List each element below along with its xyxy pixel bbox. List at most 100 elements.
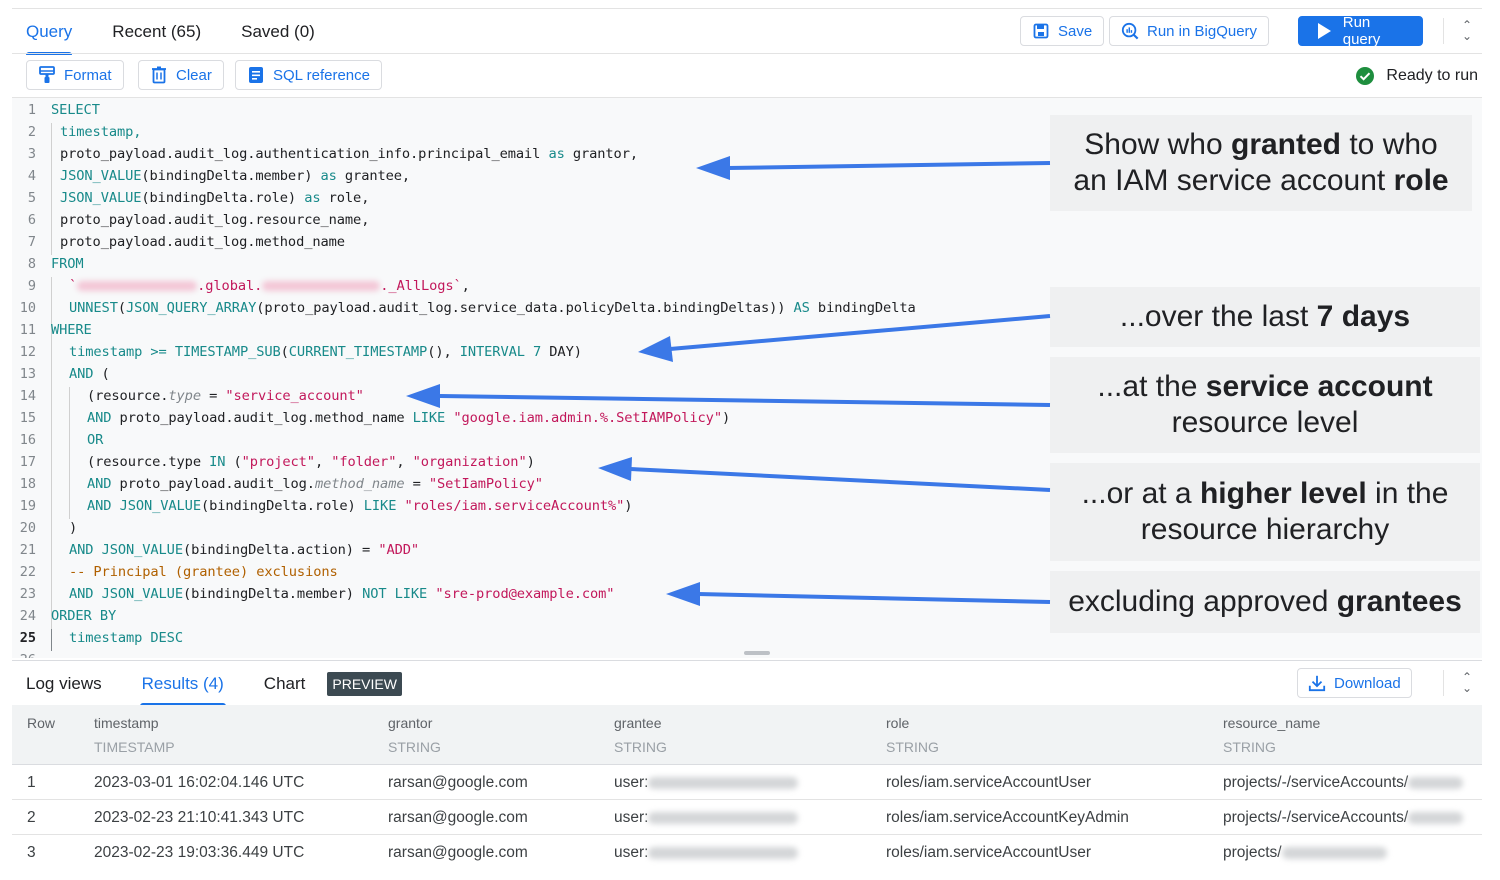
status-text: Ready to run — [1386, 67, 1478, 84]
code-line-22: -- Principal (grantee) exclusions — [69, 564, 338, 580]
code-line-20: ) — [69, 520, 78, 536]
cell-grantor: rarsan@google.com — [388, 809, 528, 826]
preview-badge: PREVIEW — [327, 672, 402, 696]
expand-collapse-icon[interactable]: ⌃ ⌄ — [1457, 16, 1477, 46]
line-number: 13 — [19, 366, 36, 382]
logs-analytics-query-page: Query Recent (65) Saved (0) Save Run in … — [0, 0, 1500, 880]
code-line-17: (resource.type IN ("project", "folder", … — [87, 454, 535, 470]
redacted-bucket — [262, 281, 381, 291]
tab-chart[interactable]: Chart — [250, 664, 320, 704]
column-header-resource-name[interactable]: resource_name STRING — [1223, 715, 1320, 755]
toolbar-separator — [1443, 18, 1444, 44]
cell-row: 3 — [27, 844, 36, 861]
cell-grantor: rarsan@google.com — [388, 774, 528, 791]
clear-button[interactable]: Clear — [138, 60, 224, 90]
document-icon — [247, 66, 265, 84]
line-number: 7 — [27, 234, 36, 250]
line-number: 26 — [12, 652, 36, 658]
line-number: 5 — [27, 190, 36, 206]
run-in-bigquery-button[interactable]: Run in BigQuery — [1109, 16, 1270, 46]
column-header-row[interactable]: Row — [27, 715, 55, 731]
line-number: 17 — [19, 454, 36, 470]
line-number: 18 — [19, 476, 36, 492]
line-number: 14 — [19, 388, 36, 404]
results-tabs: Log views Results (4) Chart PREVIEW — [12, 664, 402, 706]
query-tabs: Query Recent (65) Saved (0) — [12, 10, 341, 55]
code-line-21: AND JSON_VALUE(bindingDelta.action) = "A… — [69, 542, 420, 558]
code-line-23: AND JSON_VALUE(bindingDelta.member) NOT … — [69, 586, 615, 602]
cell-grantee: user: — [614, 809, 799, 827]
expand-results-icon[interactable]: ⌃ ⌄ — [1457, 668, 1477, 698]
code-line-8: FROM — [51, 256, 84, 272]
line-number: 22 — [19, 564, 36, 580]
paint-roller-icon — [38, 66, 56, 84]
line-number: 21 — [19, 542, 36, 558]
code-line-5: JSON_VALUE(bindingDelta.role) as role, — [60, 190, 370, 206]
results-separator — [1443, 670, 1444, 696]
line-number: 9 — [27, 278, 36, 294]
tab-log-views[interactable]: Log views — [12, 664, 116, 704]
run-in-bigquery-label: Run in BigQuery — [1147, 22, 1258, 40]
tab-results[interactable]: Results (4) — [128, 664, 238, 706]
cell-role: roles/iam.serviceAccountKeyAdmin — [886, 809, 1129, 826]
code-line-10: UNNEST(JSON_QUERY_ARRAY(proto_payload.au… — [69, 300, 916, 316]
annotation-service-account-level: ...at the service account resource level — [1050, 357, 1480, 453]
code-line-16: OR — [87, 432, 104, 448]
line-number: 15 — [19, 410, 36, 426]
annotation-excluding-grantees: excluding approved grantees — [1050, 571, 1480, 633]
code-line-19: AND JSON_VALUE(bindingDelta.role) LIKE "… — [87, 498, 633, 514]
column-header-timestamp[interactable]: timestamp TIMESTAMP — [94, 715, 175, 755]
tab-recent[interactable]: Recent (65) — [98, 10, 215, 54]
column-header-grantee[interactable]: grantee STRING — [614, 715, 667, 755]
query-status: Ready to run — [1356, 64, 1478, 88]
sql-reference-label: SQL reference — [273, 66, 370, 84]
line-number: 16 — [19, 432, 36, 448]
code-line-6: proto_payload.audit_log.resource_name, — [60, 212, 370, 228]
line-number: 25 — [19, 630, 36, 646]
cell-timestamp: 2023-03-01 16:02:04.146 UTC — [94, 774, 305, 791]
tab-query[interactable]: Query — [12, 10, 86, 55]
cell-timestamp: 2023-02-23 21:10:41.343 UTC — [94, 809, 305, 826]
redacted-project — [77, 281, 198, 291]
annotation-higher-level: ...or at a higher level in the resource … — [1050, 463, 1480, 561]
indent-guide — [51, 123, 52, 255]
table-row[interactable]: 1 2023-03-01 16:02:04.146 UTC rarsan@goo… — [12, 765, 1482, 800]
column-header-grantor[interactable]: grantor STRING — [388, 715, 441, 755]
line-number: 1 — [27, 102, 36, 118]
run-query-button[interactable]: Run query — [1298, 14, 1423, 48]
cursor — [51, 629, 52, 651]
code-line-9: ` .global. ._AllLogs`, — [69, 278, 470, 294]
code-line-25: timestamp DESC — [69, 630, 183, 646]
cell-grantee: user: — [614, 844, 799, 862]
line-number: 4 — [27, 168, 36, 184]
line-number: 10 — [19, 300, 36, 316]
line-number-gutter: 1 2 3 4 5 6 7 8 9 10 11 12 13 14 15 16 17 18 19 20 21 22 23 24 2… — [12, 98, 48, 658]
code-line-3: proto_payload.audit_log.authentication_i… — [60, 146, 638, 162]
top-divider — [12, 8, 1482, 9]
format-label: Format — [64, 66, 112, 84]
resize-handle[interactable] — [744, 651, 770, 655]
column-header-role[interactable]: role STRING — [886, 715, 939, 755]
line-number: 2 — [27, 124, 36, 140]
save-button[interactable]: Save — [1020, 16, 1105, 46]
cell-resource-name: projects/ — [1223, 844, 1387, 862]
code-line-18: AND proto_payload.audit_log.method_name … — [87, 476, 543, 492]
cell-row: 1 — [27, 774, 36, 791]
table-row[interactable]: 3 2023-02-23 19:03:36.449 UTC rarsan@goo… — [12, 835, 1482, 870]
code-line-11: WHERE — [51, 322, 92, 338]
download-button[interactable]: Download — [1297, 668, 1412, 698]
line-number: 8 — [27, 256, 36, 272]
download-icon — [1308, 674, 1326, 692]
code-line-1: SELECT — [51, 102, 100, 118]
line-number: 24 — [19, 608, 36, 624]
cell-row: 2 — [27, 809, 36, 826]
code-line-13: AND ( — [69, 366, 110, 382]
format-button[interactable]: Format — [26, 60, 124, 90]
table-row[interactable]: 2 2023-02-23 21:10:41.343 UTC rarsan@goo… — [12, 800, 1482, 835]
sql-reference-button[interactable]: SQL reference — [235, 60, 382, 90]
code-line-7: proto_payload.audit_log.method_name — [60, 234, 345, 250]
line-number: 12 — [19, 344, 36, 360]
tab-saved[interactable]: Saved (0) — [227, 10, 329, 54]
play-icon — [1315, 22, 1333, 40]
code-line-2: timestamp, — [60, 124, 142, 140]
